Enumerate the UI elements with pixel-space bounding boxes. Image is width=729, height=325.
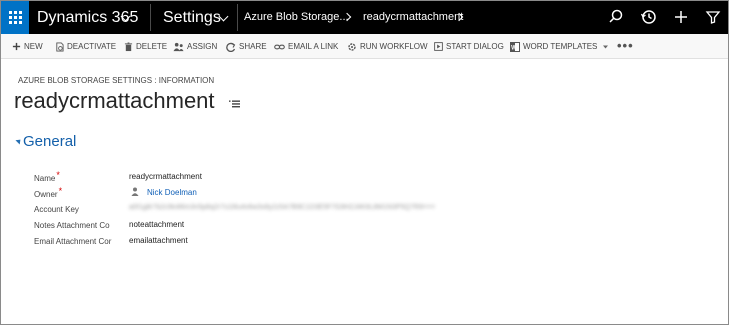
plus-icon [12,42,21,51]
app-launcher-button[interactable] [1,1,29,34]
assign-button[interactable]: ASSIGN [173,34,217,59]
deactivate-button-label: DEACTIVATE [67,42,117,51]
trash-icon [124,42,133,51]
section-collapse-icon[interactable] [15,137,23,145]
breadcrumb-record[interactable]: readycrmattachment [363,1,463,34]
word-templates-button-label: WORD TEMPLATES [523,42,598,51]
start-dialog-button[interactable]: START DIALOG [434,34,504,59]
field-label-owner: Owner* [34,186,63,199]
field-label-account-key: Account Key [34,205,79,214]
workflow-icon [348,42,356,51]
area-name[interactable]: Settings [163,1,221,34]
app-window: Dynamics 365 Settings Azure Blob Storage… [0,0,729,325]
required-indicator: * [56,170,60,180]
field-label-notes-attachment-container: Notes Attachment Co [34,221,110,230]
user-avatar-icon [131,187,139,196]
share-button-label: SHARE [239,42,267,51]
new-button[interactable]: NEW [12,34,43,59]
svg-text:W: W [511,45,517,51]
start-dialog-button-label: START DIALOG [446,42,504,51]
share-icon [226,42,236,52]
record-title: readycrmattachment [14,88,215,113]
create-new-icon[interactable] [671,7,691,27]
top-nav-bar: Dynamics 365 Settings Azure Blob Storage… [1,1,728,34]
word-icon: W [510,41,520,52]
more-commands-button[interactable]: ••• [617,34,634,59]
field-value-account-key-redacted[interactable]: a0f1g8r7b2c9k4l6m3n5p8q2r7s1t9u4v6w3x8y2… [129,204,435,211]
command-bar: NEW DEACTIVATE DELETE ASSIGN SHARE EMAIL… [1,34,728,59]
link-icon [274,44,285,49]
field-label-name: Name* [34,170,60,183]
nav-divider [150,4,151,31]
email-a-link-button-label: EMAIL A LINK [288,42,339,51]
field-value-notes-attachment-container[interactable]: noteattachment [129,220,184,229]
section-title-general[interactable]: General [23,133,76,150]
delete-button[interactable]: DELETE [124,34,167,59]
dropdown-caret-icon [603,45,609,48]
field-value-name[interactable]: readycrmattachment [129,172,202,181]
breadcrumb-entity[interactable]: Azure Blob Storage... [244,1,349,34]
dialog-icon [434,42,443,51]
deactivate-button[interactable]: DEACTIVATE [55,34,116,59]
required-indicator: * [58,186,63,196]
recent-history-icon[interactable] [639,7,659,27]
nav-divider [237,4,238,31]
search-icon[interactable] [606,7,626,27]
assign-button-label: ASSIGN [187,42,218,51]
deactivate-icon [56,42,64,51]
assign-icon [173,42,184,51]
advanced-find-filter-icon[interactable] [703,7,723,27]
run-workflow-button-label: RUN WORKFLOW [360,42,428,51]
waffle-icon [8,11,22,24]
field-value-email-attachment-container[interactable]: emailattachment [129,236,188,245]
field-value-owner-link[interactable]: Nick Doelman [147,188,197,197]
word-templates-button[interactable]: W WORD TEMPLATES [510,34,612,59]
new-button-label: NEW [24,42,43,51]
delete-button-label: DELETE [136,42,168,51]
field-label-email-attachment-container: Email Attachment Cor [34,237,112,246]
form-selector-menu-icon[interactable] [229,100,240,108]
entity-form-label: AZURE BLOB STORAGE SETTINGS : INFORMATIO… [18,76,215,85]
share-button[interactable]: SHARE [226,34,267,59]
email-a-link-button[interactable]: EMAIL A LINK [274,34,338,59]
run-workflow-button[interactable]: RUN WORKFLOW [347,34,428,59]
